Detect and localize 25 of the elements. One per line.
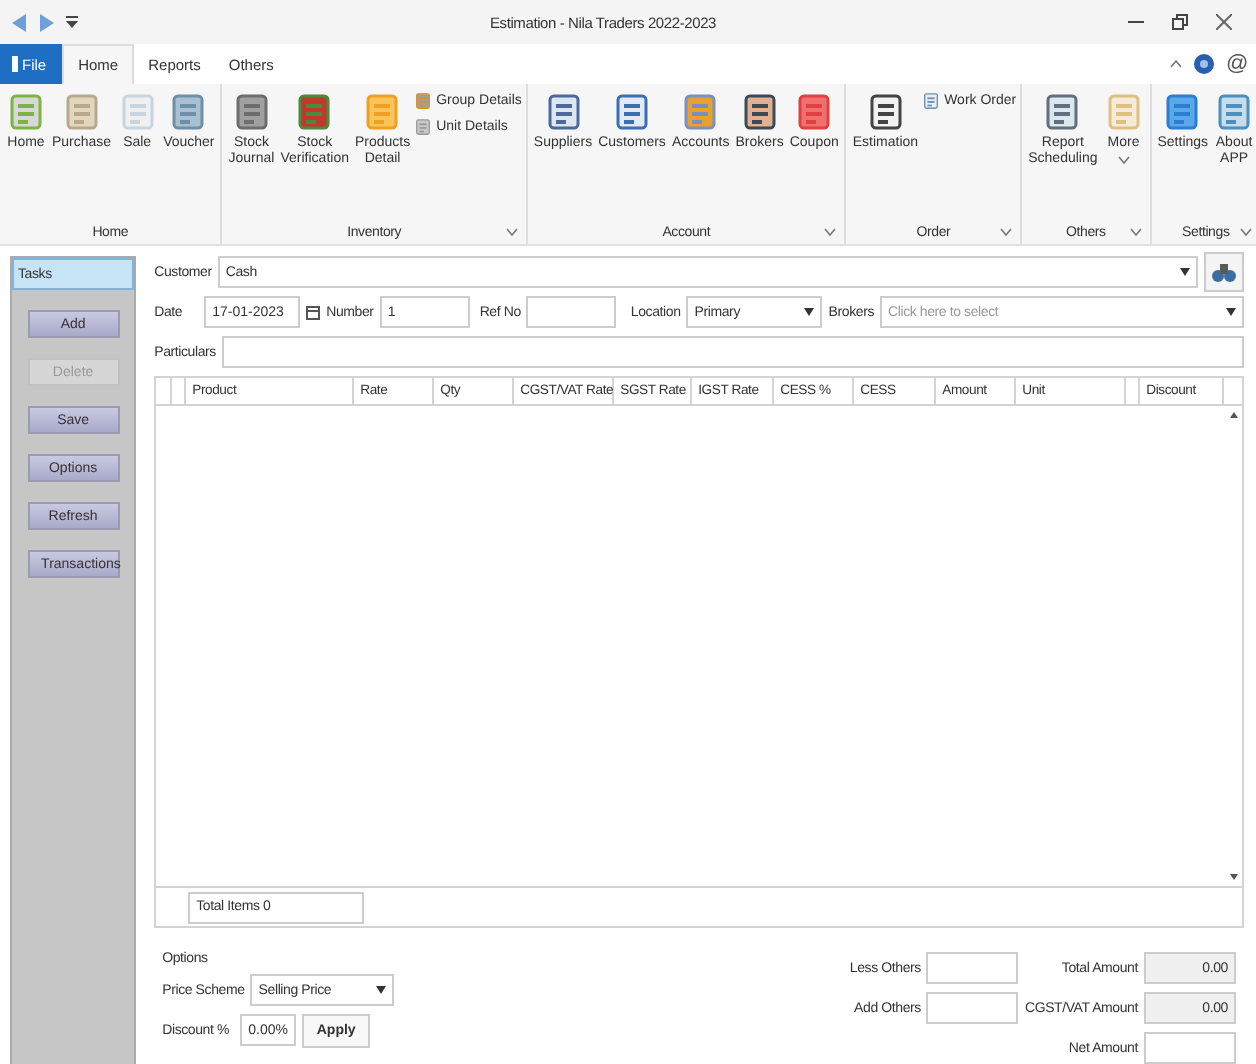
dropdown-arrow-icon[interactable]: [376, 986, 387, 994]
dialog-launcher-icon[interactable]: [1000, 228, 1013, 236]
dialog-launcher-icon[interactable]: [824, 228, 837, 236]
calendar-icon[interactable]: [306, 305, 321, 319]
binoculars-icon: [1212, 263, 1236, 281]
dialog-launcher-icon[interactable]: [1240, 228, 1253, 236]
less-others-field[interactable]: [926, 952, 1019, 984]
dialog-launcher-icon[interactable]: [505, 228, 518, 236]
at-sign-button[interactable]: @: [1226, 52, 1248, 76]
collapse-ribbon-icon[interactable]: [1170, 60, 1183, 68]
add-others-field[interactable]: [926, 992, 1019, 1024]
dropdown-arrow-icon[interactable]: [1226, 308, 1236, 316]
ref-no-field[interactable]: [526, 296, 617, 328]
scroll-up-icon[interactable]: [1229, 412, 1237, 418]
help-icon[interactable]: [1194, 54, 1215, 74]
dropdown-arrow-icon[interactable]: [804, 308, 815, 316]
quick-access-menu-icon[interactable]: [66, 16, 78, 28]
particulars-field[interactable]: [221, 336, 1244, 368]
restore-icon[interactable]: [1172, 14, 1188, 30]
close-icon[interactable]: [1216, 14, 1232, 30]
dropdown-arrow-icon[interactable]: [1180, 268, 1190, 276]
dialog-launcher-icon[interactable]: [1129, 228, 1142, 236]
scroll-down-icon[interactable]: [1229, 874, 1237, 881]
chevron-down-icon[interactable]: [1117, 156, 1130, 165]
binoculars-button[interactable]: [1204, 252, 1244, 292]
